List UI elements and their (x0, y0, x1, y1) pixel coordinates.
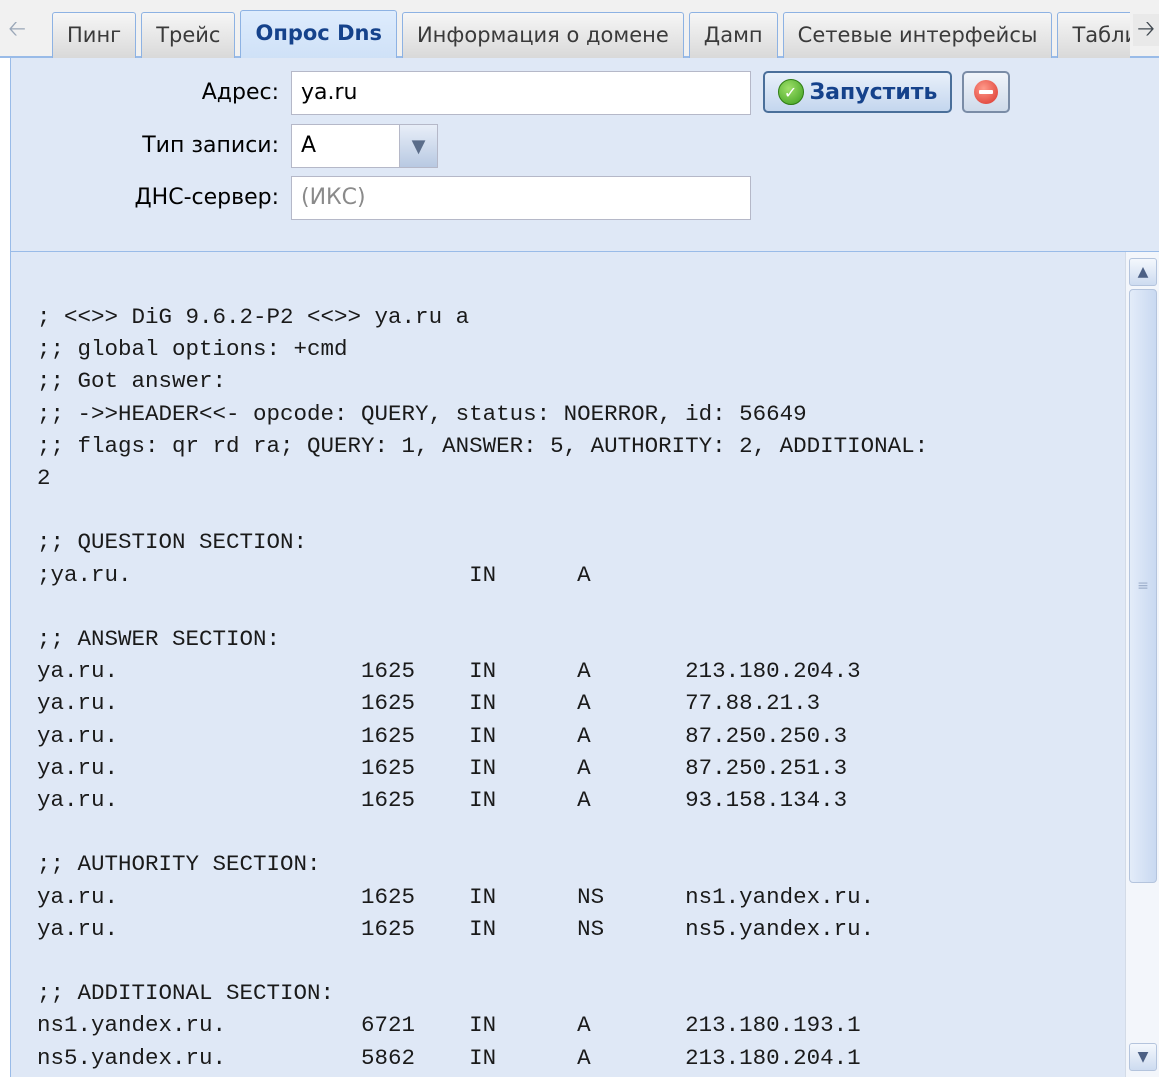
output-scrollbar[interactable]: ▲ ≡ ▼ (1125, 252, 1159, 1077)
arrow-right-icon: 🡢 (1137, 17, 1155, 42)
tab-dns-query[interactable]: Опрос Dns (240, 10, 397, 58)
tab-scroll-left-button[interactable]: 🡠 (4, 14, 30, 46)
output-line: ns1.yandex.ru. 6721 IN A 213.180.193.1 (37, 1012, 861, 1039)
tab-domain-info[interactable]: Информация о домене (401, 12, 684, 58)
dns-server-input[interactable]: (ИКС) (291, 176, 751, 220)
run-button[interactable]: ✓ Запустить (763, 71, 952, 113)
output-line: ;; flags: qr rd ra; QUERY: 1, ANSWER: 5,… (37, 432, 929, 459)
dns-query-form: Адрес: ya.ru ✓ Запустить Тип записи: A ▼… (10, 58, 1159, 252)
output-line: ;; QUESTION SECTION: (37, 529, 308, 556)
chevron-down-icon: ▼ (411, 135, 426, 157)
output-line: ;; Got answer: (37, 368, 227, 395)
tab-trace[interactable]: Трейс (141, 12, 236, 58)
grip-icon: ≡ (1137, 578, 1149, 594)
output-line: ya.ru. 1625 IN NS ns1.yandex.ru. (37, 883, 875, 910)
output-line: ns5.yandex.ru. 5862 IN A 213.180.204.1 (37, 1044, 861, 1071)
tab-bar: 🡠 Пинг Трейс Опрос Dns Информация о домене Д… (0, 0, 1159, 58)
dig-output-text: ; <<>> DiG 9.6.2-P2 <<>> ya.ru a ;; globa… (37, 301, 928, 1074)
scroll-thumb[interactable]: ≡ (1129, 289, 1157, 883)
address-input[interactable]: ya.ru (291, 71, 751, 115)
tab-dump[interactable]: Дамп (688, 12, 778, 58)
record-type-select[interactable]: A (291, 124, 401, 168)
output-line: ya.ru. 1625 IN A 213.180.204.3 (37, 658, 861, 685)
output-line: ;; global options: +cmd (37, 336, 348, 363)
output-line: ;; AUTHORITY SECTION: (37, 851, 321, 878)
output-line: ya.ru. 1625 IN NS ns5.yandex.ru. (37, 915, 875, 942)
scroll-up-button[interactable]: ▲ (1129, 258, 1157, 286)
chevron-up-icon: ▲ (1137, 264, 1149, 280)
check-circle-icon: ✓ (777, 79, 804, 105)
output-line: ; <<>> DiG 9.6.2-P2 <<>> ya.ru a (37, 304, 470, 330)
output-line: ;ya.ru. IN A (37, 561, 591, 588)
tab-network-interfaces[interactable]: Сетевые интерфейсы (782, 12, 1053, 58)
output-line: 2 (37, 465, 51, 492)
address-label: Адрес: (201, 80, 279, 105)
output-line: ya.ru. 1625 IN A 77.88.21.3 (37, 690, 821, 717)
tab-ping[interactable]: Пинг (52, 12, 137, 58)
run-button-label: Запустить (809, 79, 938, 105)
output-line: ;; ->>HEADER<<- opcode: QUERY, status: N… (37, 400, 807, 427)
output-line: ;; ADDITIONAL SECTION: (37, 980, 335, 1007)
tab-list: Пинг Трейс Опрос Dns Информация о домене Дам… (52, 10, 1130, 58)
stop-button[interactable] (962, 71, 1010, 113)
tab-table[interactable]: Таблица (1057, 12, 1130, 58)
output-line: ya.ru. 1625 IN A 87.250.250.3 (37, 722, 848, 749)
scroll-down-button[interactable]: ▼ (1129, 1043, 1157, 1071)
minus-circle-icon (974, 80, 998, 104)
record-type-dropdown-button[interactable]: ▼ (399, 124, 438, 168)
record-type-label: Тип записи: (142, 133, 279, 158)
output-line: ya.ru. 1625 IN A 87.250.251.3 (37, 754, 848, 781)
arrow-left-icon: 🡠 (8, 17, 26, 42)
dig-output-panel: ; <<>> DiG 9.6.2-P2 <<>> ya.ru a ;; globa… (10, 252, 1159, 1077)
output-line: ;; ANSWER SECTION: (37, 626, 281, 653)
dns-server-label: ДНС-сервер: (134, 185, 279, 210)
chevron-down-icon: ▼ (1137, 1049, 1149, 1065)
tab-scroll-right-button[interactable]: 🡢 (1133, 14, 1159, 46)
output-line: ya.ru. 1625 IN A 93.158.134.3 (37, 787, 848, 814)
